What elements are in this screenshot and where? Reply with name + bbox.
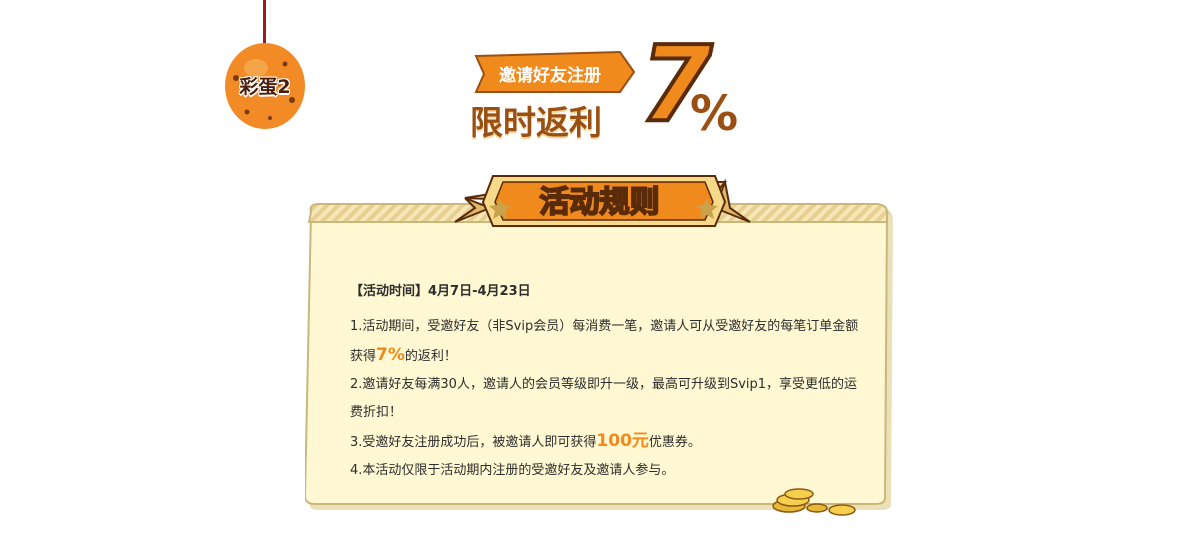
promo-headline: 限时返利 bbox=[470, 103, 602, 142]
promo-percent-sign: % bbox=[690, 86, 739, 142]
egg-label: 彩蛋2 bbox=[239, 76, 291, 98]
event-time: 【活动时间】4月7日-4月23日 bbox=[350, 284, 531, 299]
rule-3: 3.受邀好友注册成功后，被邀请人即可获得100元优惠券。 bbox=[350, 427, 860, 457]
rules-content: 【活动时间】4月7日-4月23日 1.活动期间，受邀好友（非Svip会员）每消费… bbox=[350, 280, 860, 485]
rules-banner-title: 活动规则 bbox=[539, 184, 661, 221]
egg-badge: 彩蛋2 bbox=[222, 0, 308, 132]
rule-3-text: 3.受邀好友注册成功后，被邀请人即可获得 bbox=[350, 435, 597, 450]
rule-1-highlight: 7% bbox=[376, 345, 405, 365]
promo-tag-text: 邀请好友注册 bbox=[499, 66, 601, 86]
rule-3-highlight: 100元 bbox=[596, 431, 649, 451]
rule-3-tail: 优惠券。 bbox=[648, 435, 701, 450]
rule-4: 4.本活动仅限于活动期内注册的受邀好友及邀请人参与。 bbox=[350, 463, 675, 478]
rule-2: 2.邀请好友每满30人，邀请人的会员等级即升一级，最高可升级到Svip1，享受更… bbox=[350, 377, 858, 420]
rule-1-tail: 的返利！ bbox=[404, 349, 457, 364]
rule-1: 1.活动期间，受邀好友（非Svip会员）每消费一笔，邀请人可从受邀好友的每笔订单… bbox=[350, 313, 860, 371]
